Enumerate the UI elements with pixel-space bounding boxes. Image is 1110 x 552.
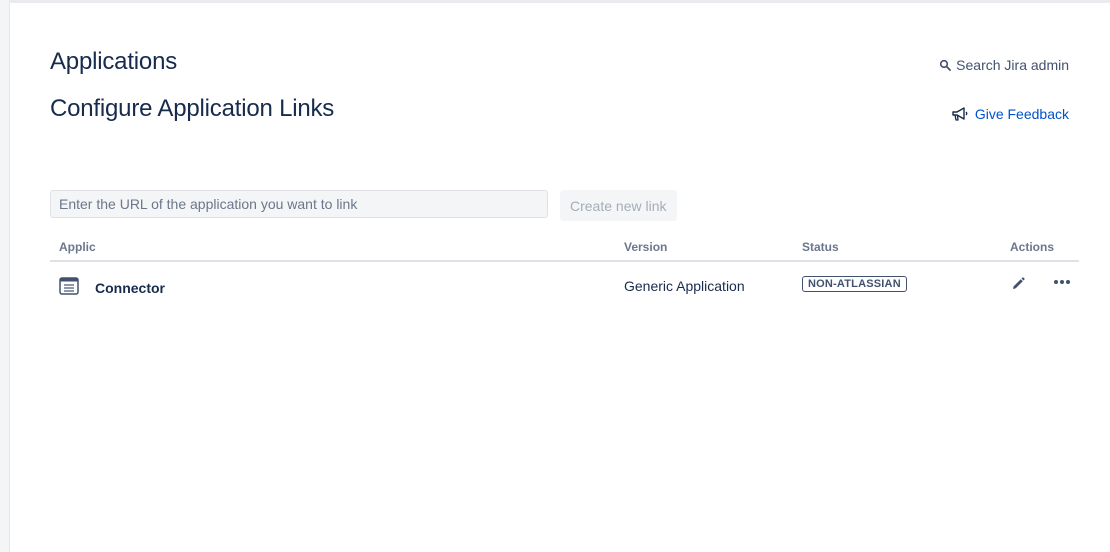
page-title: Applications	[50, 48, 178, 75]
column-header-actions: Actions	[1010, 240, 1055, 254]
left-sidebar-edge	[0, 0, 10, 552]
search-icon	[940, 59, 952, 71]
application-url-input[interactable]	[50, 190, 548, 218]
give-feedback-link[interactable]: Give Feedback	[951, 106, 1069, 122]
column-header-version[interactable]: Version	[624, 240, 667, 254]
create-new-link-button[interactable]: Create new link	[560, 190, 677, 221]
top-divider	[9, 0, 1110, 3]
pencil-icon	[1013, 277, 1025, 289]
application-name: Connector	[95, 280, 165, 296]
section-title: Configure Application Links	[50, 95, 335, 122]
search-jira-admin-label: Search Jira admin	[956, 57, 1069, 73]
application-version: Generic Application	[624, 278, 745, 294]
more-horizontal-icon	[1054, 280, 1070, 284]
application-links-table: Application Version Status Actions Conne…	[50, 236, 1079, 310]
status-badge: NON-ATLASSIAN	[802, 276, 907, 292]
column-header-application[interactable]: Application	[59, 240, 96, 254]
edit-button[interactable]	[1010, 276, 1026, 292]
application-icon	[59, 277, 79, 295]
table-header: Application Version Status Actions	[50, 236, 1079, 262]
give-feedback-label: Give Feedback	[974, 106, 1069, 122]
table-row: Connector Generic Application NON-ATLASS…	[50, 262, 1079, 310]
more-actions-button[interactable]	[1052, 272, 1072, 292]
search-jira-admin-link[interactable]: Search Jira admin	[939, 57, 1069, 73]
column-header-status[interactable]: Status	[802, 240, 839, 254]
megaphone-icon	[952, 107, 968, 121]
